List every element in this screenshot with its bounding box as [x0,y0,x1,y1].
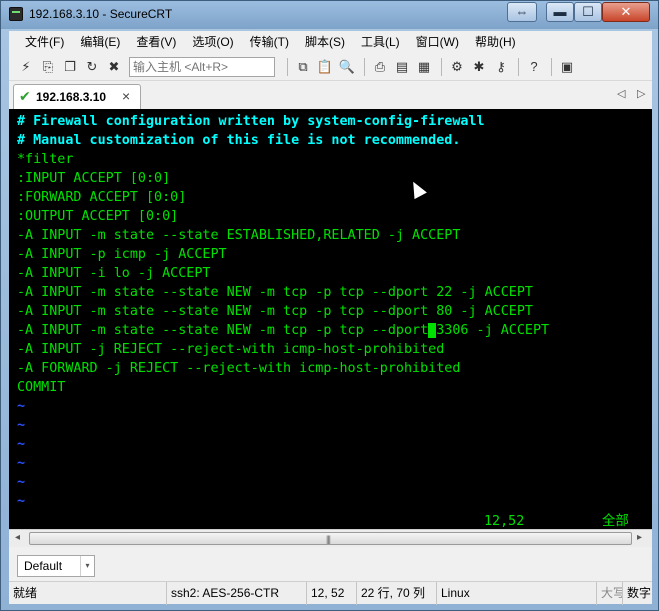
scroll-left-arrow-icon[interactable]: ◂ [15,532,20,543]
check-icon: ✔ [19,88,31,104]
restore-icon[interactable]: ⇔ [507,2,537,22]
terminal-app-icon [9,7,23,21]
connect-in-tab-icon[interactable]: ❐ [61,58,79,76]
connect-icon[interactable]: ⚡ [17,58,35,76]
menu-file[interactable]: 文件(F) [17,32,72,52]
disconnect-icon[interactable]: ✖ [105,58,123,76]
terminal-line: # Firewall configuration written by syst… [17,114,485,129]
status-terminal-size: 22 行, 70 列 [357,582,437,605]
print-setup-icon[interactable]: ▦ [415,58,433,76]
terminal-line: -A INPUT -j REJECT --reject-with icmp-ho… [17,342,445,357]
terminal-line: -A INPUT -p icmp -j ACCEPT [17,247,227,262]
terminal-line: -A INPUT -i lo -j ACCEPT [17,266,211,281]
menu-options[interactable]: 选项(O) [184,32,241,52]
terminal-line: :FORWARD ACCEPT [0:0] [17,190,187,205]
button-bar-select-value: Default [24,559,63,573]
status-bar: 就绪 ssh2: AES-256-CTR 12, 52 22 行, 70 列 L… [9,581,652,605]
menu-tools[interactable]: 工具(L) [353,32,408,52]
terminal-line: # Manual customization of this file is n… [17,133,461,148]
menu-transfer[interactable]: 传输(T) [242,32,297,52]
terminal-line: :INPUT ACCEPT [0:0] [17,171,171,186]
menu-help[interactable]: 帮助(H) [467,32,524,52]
status-terminal-type: Linux [437,582,597,605]
empty-line-tilde: ~ [17,399,26,414]
print-selection-icon[interactable]: ▤ [393,58,411,76]
terminal-line: :OUTPUT ACCEPT [0:0] [17,209,179,224]
tab-close-icon[interactable]: × [122,88,130,104]
button-bar: Default ▾ [9,547,652,581]
sftp-icon[interactable]: ▣ [558,58,576,76]
toolbar: ⚡ ⎘ ❐ ↻ ✖ ⧉ 📋 🔍 ⎙ ▤ ▦ ⚙ ✱ ⚷ ? ▣ [9,53,652,81]
quick-connect-input[interactable] [129,56,275,77]
terminal-line: *filter [17,152,74,167]
toolbar-separator [441,57,442,76]
terminal-line: -A INPUT -m state --state NEW -m tcp -p … [17,285,533,300]
status-caps-lock: 大写 [597,582,623,605]
session-tab-label: 192.168.3.10 [36,90,107,104]
scrollbar-thumb[interactable]: ||| [29,532,632,545]
reconnect-icon[interactable]: ↻ [83,58,101,76]
copy-icon[interactable]: ⧉ [294,58,312,76]
find-icon[interactable]: 🔍 [338,58,356,76]
terminal-line: -A FORWARD -j REJECT --reject-with icmp-… [17,361,461,376]
terminal-line: COMMIT [17,380,66,395]
terminal-line: -A INPUT -m state --state ESTABLISHED,RE… [17,228,461,243]
menu-window[interactable]: 窗口(W) [408,32,467,52]
tab-scroll-right-icon[interactable]: ▷ [637,87,645,100]
tab-scroll-left-icon[interactable]: ◁ [617,87,625,100]
chevron-down-icon[interactable]: ▾ [80,556,94,576]
session-tab-strip: ✔ 192.168.3.10 × ◁ ▷ [9,81,652,109]
terminal-line: -A INPUT -m state --state NEW -m tcp -p … [17,323,550,338]
empty-line-tilde: ~ [17,456,26,471]
toolbar-separator [287,57,288,76]
grip-icon: ||| [326,534,331,544]
status-cipher: ssh2: AES-256-CTR [167,582,307,605]
terminal-line: -A INPUT -m state --state NEW -m tcp -p … [17,304,533,319]
close-icon[interactable]: ✕ [602,2,650,22]
status-num-lock: 数字 [627,586,652,600]
menu-bar: 文件(F) 编辑(E) 查看(V) 选项(O) 传输(T) 脚本(S) 工具(L… [9,31,652,53]
print-icon[interactable]: ⎙ [371,58,389,76]
toolbar-separator [551,57,552,76]
help-icon[interactable]: ? [525,58,543,76]
scroll-right-arrow-icon[interactable]: ▸ [637,532,642,543]
empty-line-tilde: ~ [17,437,26,452]
quick-connect-icon[interactable]: ⎘ [39,58,57,76]
title-bar[interactable]: 192.168.3.10 - SecureCRT ⇔ ▬ ☐ ✕ [1,1,658,29]
empty-line-tilde: ~ [17,418,26,433]
securecrt-window: 192.168.3.10 - SecureCRT ⇔ ▬ ☐ ✕ 文件(F) 编… [0,0,659,611]
paste-icon[interactable]: 📋 [316,58,334,76]
global-options-icon[interactable]: ✱ [470,58,488,76]
button-bar-select[interactable]: Default ▾ [17,555,95,577]
toolbar-separator [518,57,519,76]
menu-view[interactable]: 查看(V) [128,32,184,52]
status-cursor-position: 12, 52 [307,582,357,605]
horizontal-scrollbar[interactable]: ◂ ||| ▸ [9,529,652,547]
menu-script[interactable]: 脚本(S) [297,32,353,52]
empty-line-tilde: ~ [17,494,26,509]
terminal-screen[interactable]: 12,52 全部 # Firewall configuration writte… [9,109,652,529]
minimize-icon[interactable]: ▬ [546,2,574,22]
session-options-icon[interactable]: ⚙ [448,58,466,76]
window-title: 192.168.3.10 - SecureCRT [29,7,173,21]
session-tab[interactable]: ✔ 192.168.3.10 × [13,84,141,109]
toolbar-separator [364,57,365,76]
maximize-icon[interactable]: ☐ [574,2,602,22]
menu-edit[interactable]: 编辑(E) [72,32,128,52]
empty-line-tilde: ~ [17,475,26,490]
key-icon[interactable]: ⚷ [492,58,510,76]
status-ready: 就绪 [9,582,167,605]
text-cursor [428,323,437,338]
